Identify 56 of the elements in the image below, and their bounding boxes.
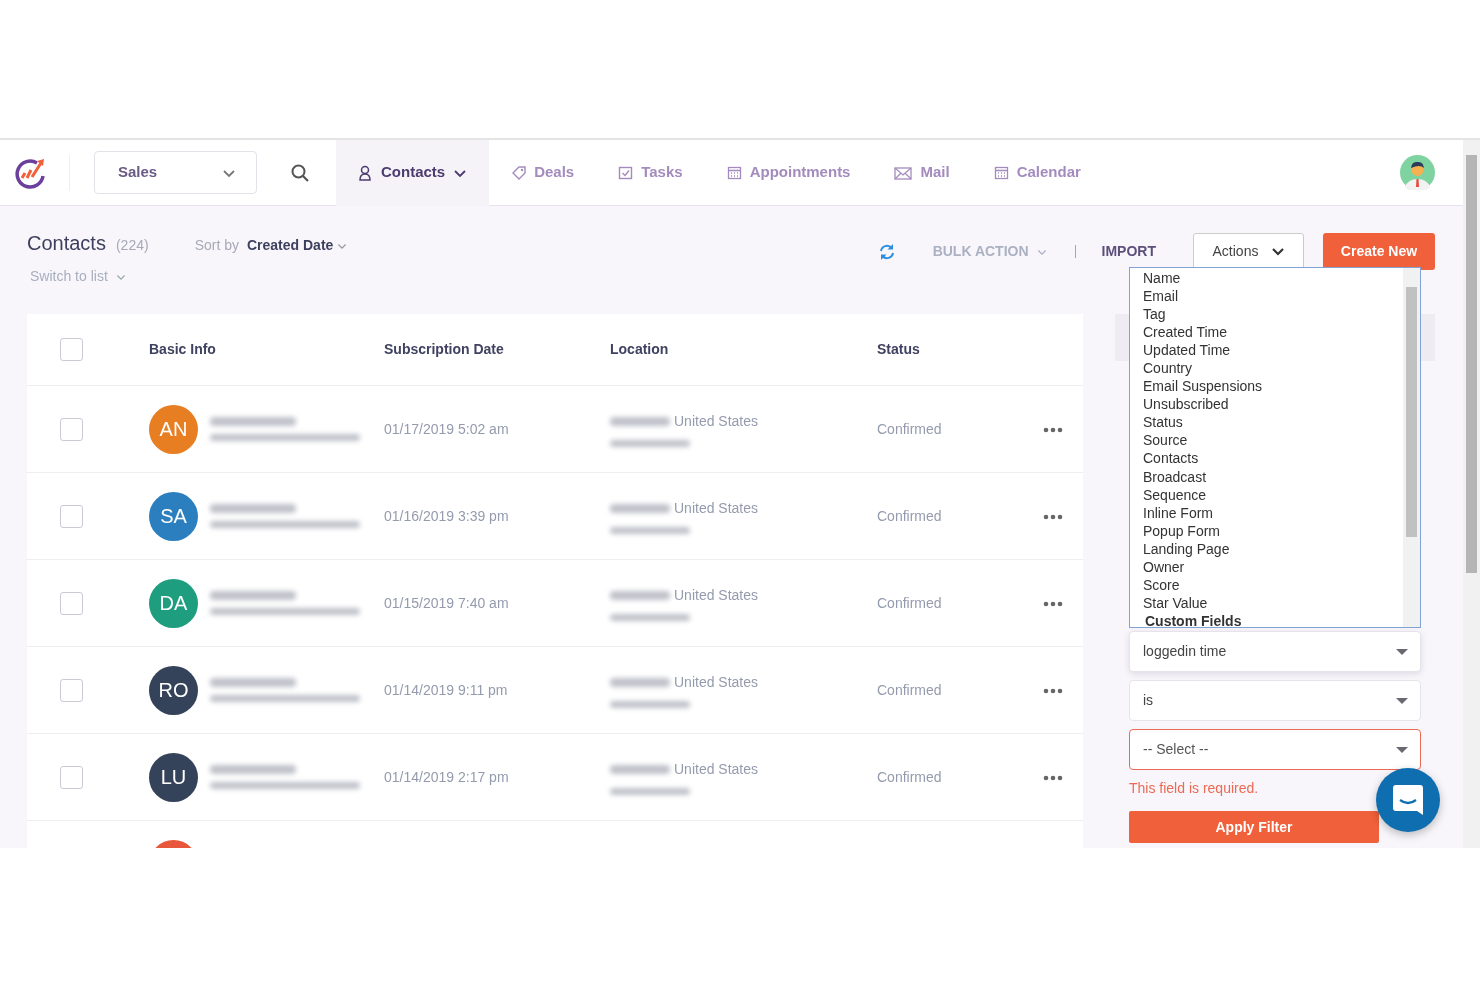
- list-option[interactable]: Star Value: [1143, 593, 1403, 612]
- table-cell-text: United States: [674, 412, 759, 431]
- list-option[interactable]: Name: [1143, 269, 1403, 288]
- table-cell-text: 01/14/2019 9:11 pm: [384, 680, 509, 700]
- operator-dropdown[interactable]: is: [1129, 680, 1421, 721]
- avatar: LU: [149, 752, 198, 802]
- page-title: Contacts: [27, 231, 106, 256]
- list-option[interactable]: Created Time: [1143, 323, 1403, 342]
- workspace-dropdown[interactable]: Sales: [94, 151, 257, 194]
- contact-count: (224): [115, 236, 149, 255]
- list-option[interactable]: Sequence: [1143, 485, 1403, 504]
- list-option[interactable]: Status: [1143, 413, 1403, 432]
- list-option[interactable]: Email Suspensions: [1143, 377, 1403, 396]
- column-header: Location: [610, 340, 670, 359]
- sort-dropdown[interactable]: Created Date: [247, 235, 348, 256]
- column-header: Subscription Date: [384, 340, 505, 359]
- avatar: SA: [149, 491, 198, 541]
- table-cell-text: Confirmed: [877, 593, 943, 613]
- list-option[interactable]: Updated Time: [1143, 341, 1403, 360]
- list-option[interactable]: Score: [1143, 575, 1403, 594]
- table-cell-text: Confirmed: [877, 419, 943, 439]
- avatar: DA: [149, 578, 198, 628]
- table-cell-text: United States: [674, 499, 759, 518]
- list-option[interactable]: Unsubscribed: [1143, 395, 1403, 414]
- column-header: Status: [877, 340, 921, 359]
- list-option[interactable]: Tag: [1143, 305, 1403, 324]
- table-cell-text: United States: [674, 586, 759, 605]
- error-message: This field is required.: [1129, 779, 1260, 798]
- table-cell-text: 01/14/2019 2:17 pm: [384, 767, 510, 787]
- field-options-list[interactable]: Name Email Tag Created Time Updated Time Country Email Suspensions Unsubscribed Status Source Contacts Broadcast Sequence Inline Form Popup Form Landing Page Owner Score Star Value Custom Fields: [1129, 267, 1421, 628]
- list-option[interactable]: Broadcast: [1143, 467, 1403, 486]
- list-option[interactable]: Source: [1143, 431, 1403, 450]
- value-dropdown[interactable]: -- Select --: [1129, 729, 1421, 770]
- option-group-label: Custom Fields: [1144, 611, 1243, 630]
- table-cell-text: Confirmed: [877, 680, 943, 700]
- table-cell-text: Confirmed: [877, 767, 943, 787]
- table-cell-text: 01/15/2019 7:40 am: [384, 593, 510, 613]
- table-cell-text: United States: [674, 760, 759, 779]
- list-option[interactable]: Landing Page: [1143, 539, 1403, 558]
- list-option[interactable]: Contacts: [1143, 449, 1403, 468]
- list-option[interactable]: Popup Form: [1143, 521, 1403, 540]
- import-button[interactable]: IMPORT: [1101, 241, 1156, 262]
- table-cell-text: Confirmed: [877, 506, 943, 526]
- avatar: RO: [149, 665, 198, 715]
- list-option[interactable]: Country: [1143, 359, 1403, 378]
- sort-label: Sort by: [194, 236, 239, 255]
- column-header: Basic Info: [149, 340, 217, 359]
- table-cell-text: 01/16/2019 3:39 pm: [384, 506, 510, 526]
- field-dropdown[interactable]: loggedin time: [1129, 631, 1421, 672]
- table-cell-text: United States: [674, 673, 759, 692]
- nav-tab[interactable]: Contacts: [336, 140, 490, 206]
- avatar: AN: [149, 404, 198, 454]
- table-cell-text: 01/17/2019 5:02 am: [384, 419, 510, 439]
- list-option[interactable]: Inline Form: [1143, 503, 1403, 522]
- list-option[interactable]: Owner: [1143, 557, 1403, 576]
- list-option[interactable]: Email: [1143, 287, 1403, 306]
